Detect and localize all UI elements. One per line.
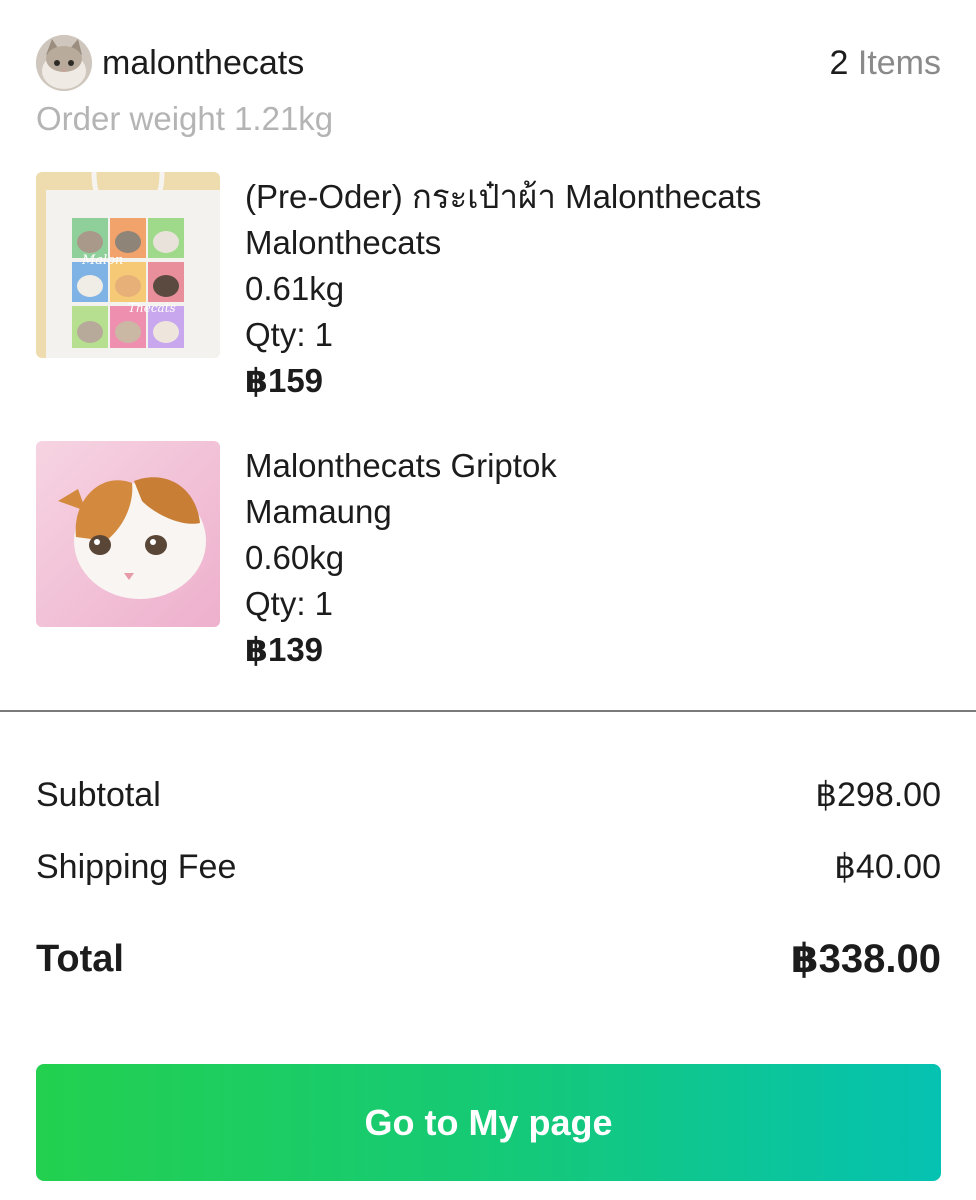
shipping-fee-value: ฿40.00 [834, 848, 941, 886]
subtotal-value: ฿298.00 [815, 776, 941, 814]
product-title[interactable]: (Pre-Oder) กระเป๋าผ้า Malonthecats [245, 174, 761, 220]
product-info: (Pre-Oder) กระเป๋าผ้า Malonthecats Malon… [245, 174, 761, 404]
product-price: ฿159 [245, 362, 324, 399]
product-item[interactable]: Malonthecats Griptok Mamaung 0.60kg Qty:… [36, 441, 941, 681]
item-count-label: Items [857, 44, 941, 82]
product-price: ฿139 [245, 631, 324, 668]
tote-text-bottom: Thecats [128, 301, 176, 315]
order-header: malonthecats 2 Items [36, 34, 941, 92]
shipping-fee-row: Shipping Fee ฿40.00 [36, 844, 941, 890]
product-weight: 0.60kg [245, 539, 345, 576]
subtotal-row: Subtotal ฿298.00 [36, 772, 941, 818]
shop-avatar[interactable] [36, 35, 92, 91]
product-title[interactable]: Malonthecats Griptok [245, 443, 557, 489]
tote-text-top: Malon [81, 253, 123, 268]
product-info: Malonthecats Griptok Mamaung 0.60kg Qty:… [245, 443, 557, 673]
go-to-my-page-button[interactable]: Go to My page [36, 1064, 941, 1181]
shop-name[interactable]: malonthecats [102, 44, 304, 82]
order-weight: Order weight 1.21kg [36, 100, 334, 137]
total-row: Total ฿338.00 [36, 933, 941, 985]
product-item[interactable]: Malon Thecats (Pre-Oder) กระเป๋าผ้า Malo… [36, 172, 941, 412]
product-variant: Malonthecats [245, 224, 442, 261]
divider [0, 710, 976, 712]
tote-bag-image: Malon Thecats [36, 172, 220, 358]
subtotal-label: Subtotal [36, 776, 161, 814]
product-variant: Mamaung [245, 493, 392, 530]
total-value: ฿338.00 [790, 937, 941, 981]
product-qty: Qty: 1 [245, 316, 334, 353]
item-count: 2 Items [830, 44, 942, 82]
item-count-number: 2 [829, 44, 849, 82]
total-label: Total [36, 938, 124, 980]
product-qty: Qty: 1 [245, 585, 334, 622]
griptok-image [36, 441, 220, 627]
shipping-fee-label: Shipping Fee [36, 848, 237, 886]
cat-avatar-image [36, 35, 92, 91]
product-thumbnail[interactable] [36, 441, 220, 627]
cat-grid [72, 218, 184, 348]
product-weight: 0.61kg [245, 270, 345, 307]
product-thumbnail[interactable]: Malon Thecats [36, 172, 220, 358]
